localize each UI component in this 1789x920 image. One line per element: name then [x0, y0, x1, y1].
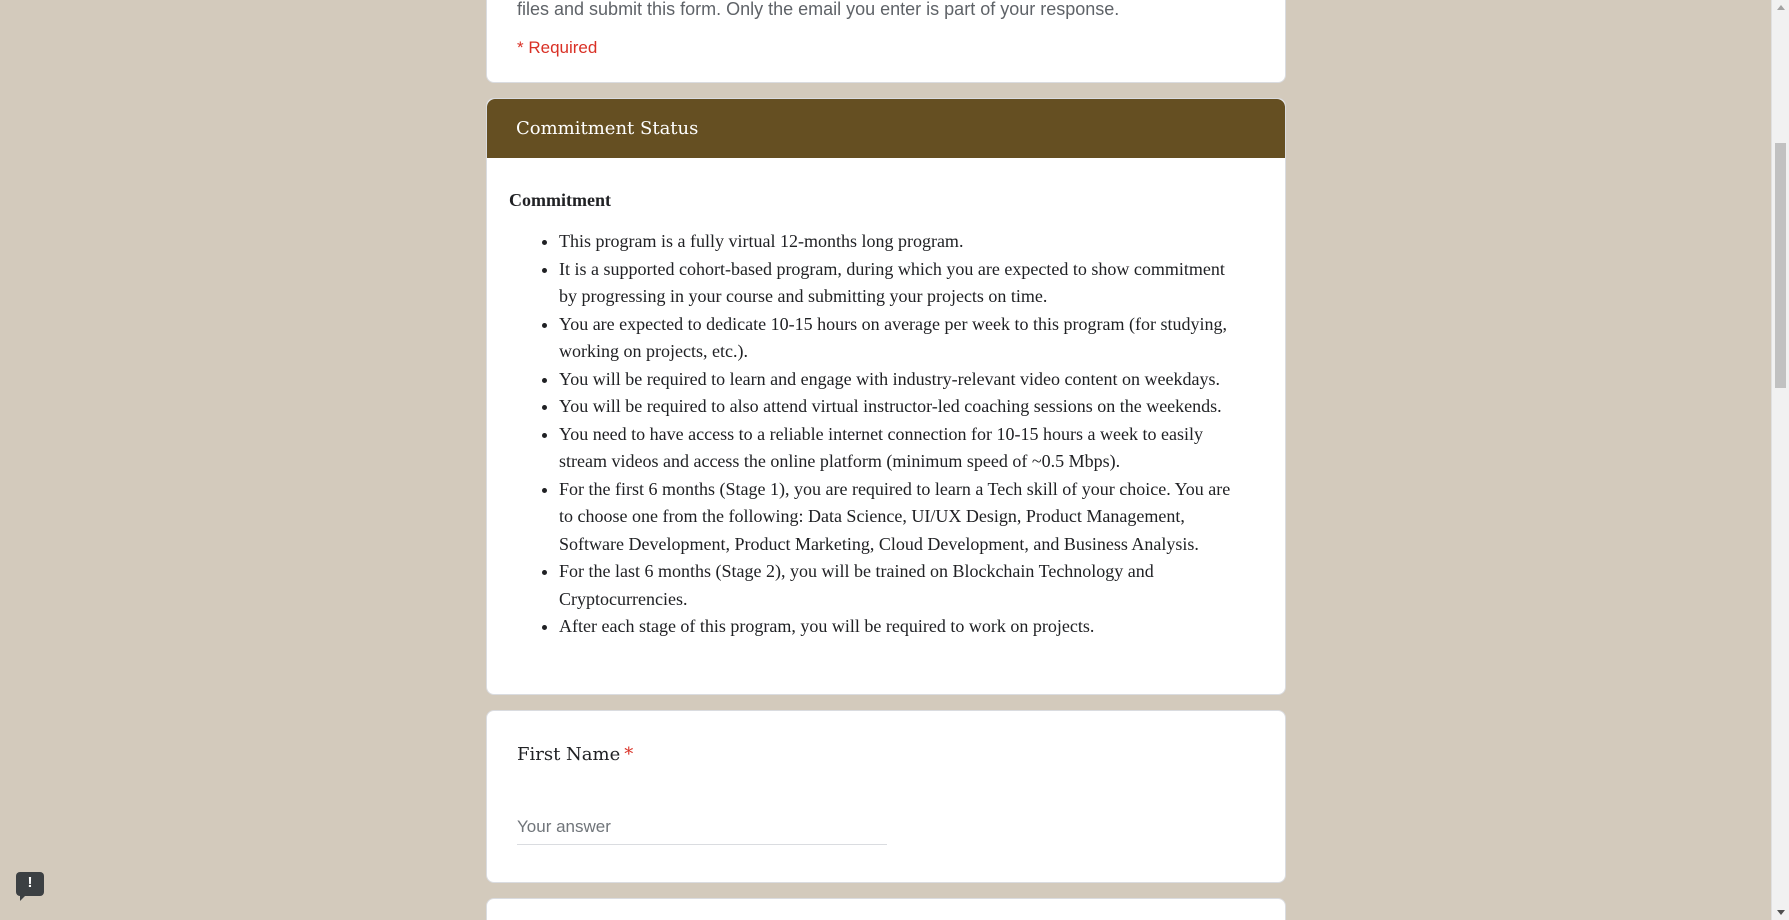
- section-header: Commitment Status: [487, 99, 1285, 158]
- required-note: * Required: [517, 38, 598, 57]
- list-item: It is a supported cohort-based program, …: [559, 256, 1263, 311]
- section-body: Commitment This program is a fully virtu…: [487, 158, 1285, 641]
- scroll-down-arrow-icon[interactable]: [1777, 910, 1785, 915]
- list-item: You need to have access to a reliable in…: [559, 421, 1263, 476]
- list-item: This program is a fully virtual 12-month…: [559, 228, 1263, 256]
- list-item: For the last 6 months (Stage 2), you wil…: [559, 558, 1263, 613]
- commitment-section-card: Commitment Status Commitment This progra…: [486, 98, 1286, 695]
- list-item: After each stage of this program, you wi…: [559, 613, 1263, 641]
- commitment-list: This program is a fully virtual 12-month…: [509, 228, 1263, 641]
- first-name-input[interactable]: [517, 810, 887, 845]
- next-question-card: [486, 898, 1286, 920]
- scrollbar-thumb[interactable]: [1775, 143, 1786, 388]
- required-asterisk: *: [624, 744, 634, 765]
- list-item: For the first 6 months (Stage 1), you ar…: [559, 476, 1263, 559]
- first-name-label: First Name *: [517, 744, 633, 765]
- scroll-up-arrow-icon[interactable]: [1777, 5, 1785, 10]
- form-description: files and submit this form. Only the ema…: [517, 0, 1120, 19]
- report-feedback-button[interactable]: !: [16, 872, 44, 901]
- report-feedback-icon: !: [27, 874, 33, 891]
- page-scrollbar[interactable]: [1771, 0, 1789, 920]
- form-intro-card: files and submit this form. Only the ema…: [486, 0, 1286, 83]
- first-name-question-card: First Name *: [486, 710, 1286, 883]
- section-title: Commitment: [509, 190, 611, 210]
- list-item: You will be required to also attend virt…: [559, 393, 1263, 421]
- form-page: files and submit this form. Only the ema…: [0, 0, 1789, 920]
- list-item: You will be required to learn and engage…: [559, 366, 1263, 394]
- list-item: You are expected to dedicate 10-15 hours…: [559, 311, 1263, 366]
- question-title: First Name: [517, 744, 621, 765]
